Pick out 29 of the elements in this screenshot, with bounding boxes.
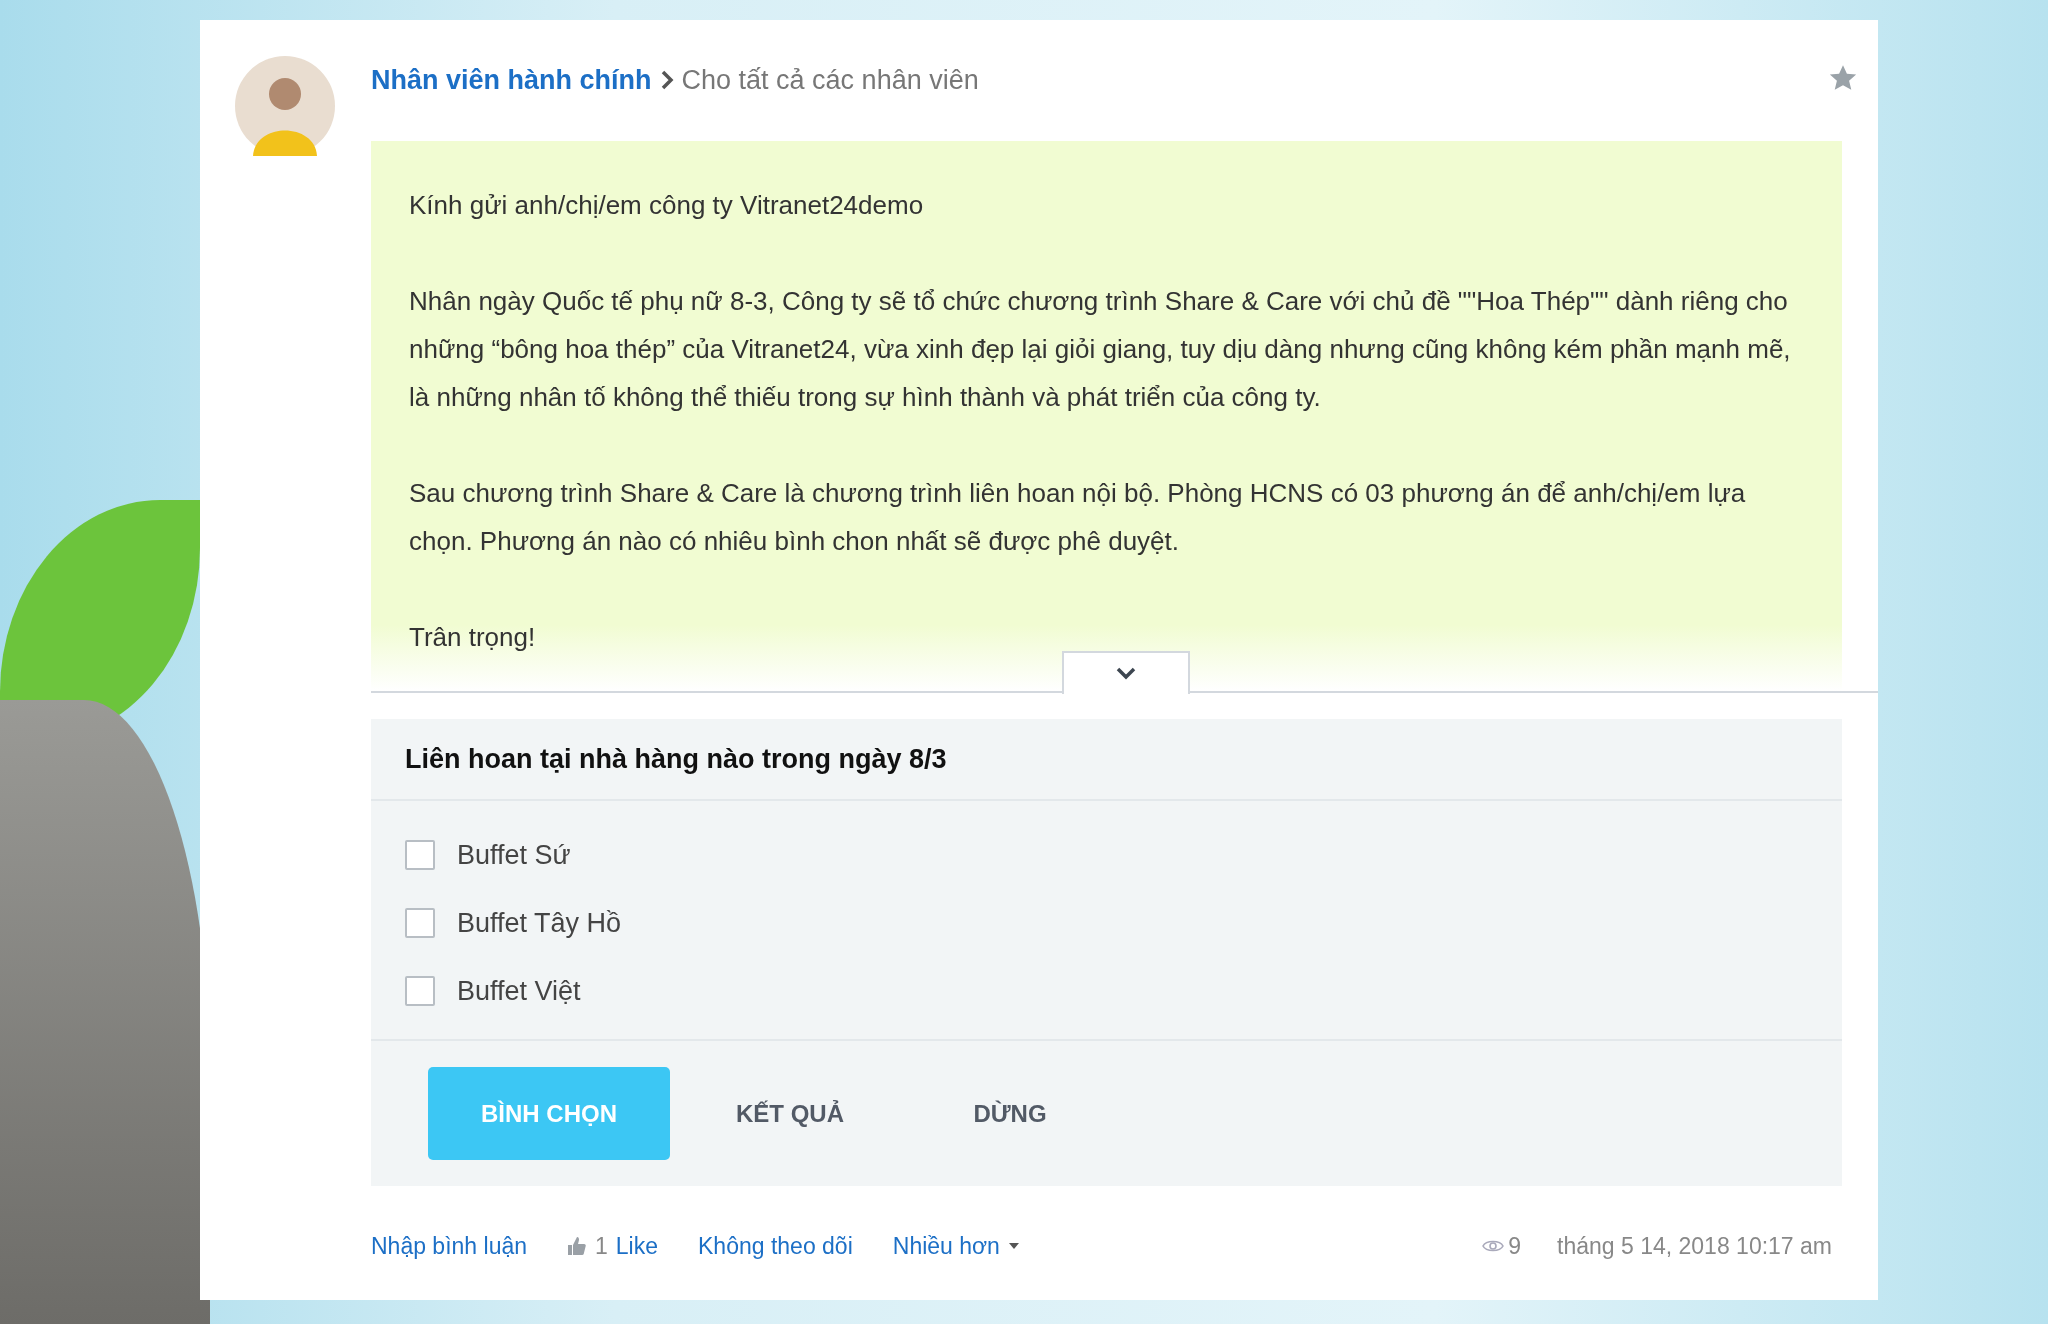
message-paragraph: Kính gửi anh/chị/em công ty Vitranet24demo xyxy=(409,188,925,222)
star-icon[interactable] xyxy=(1828,64,1858,92)
thumbs-up-icon xyxy=(567,1236,587,1256)
eye-icon xyxy=(1482,1238,1505,1254)
view-count: 9 xyxy=(1508,1231,1522,1261)
unfollow-link[interactable]: Không theo dõi xyxy=(698,1228,853,1264)
author-link[interactable]: Nhân viên hành chính xyxy=(371,60,652,101)
option-label: Buffet Việt xyxy=(457,974,581,1008)
message-paragraph: Nhân ngày Quốc tế phụ nữ 8-3, Công ty sẽ tổ chức chương trình Share & Care với chủ đề ""Hoa Thép"" dành riêng cho những “bông hoa thép” của Vitranet24, vừa xinh đẹp lại giỏi giang, tuy dịu dàng nhưng cũng không kém phần mạnh mẽ, là những nhân tố không thể thiếu trong sự hình thành và phát triển của công ty. xyxy=(409,284,1792,414)
like-link[interactable]: Like xyxy=(615,1228,658,1264)
timestamp: tháng 5 14, 2018 10:17 am xyxy=(1557,1231,1832,1261)
poll-action-button[interactable]: KẾT QUẢ xyxy=(690,1067,890,1160)
poll-question: Liên hoan tại nhà hàng nào trong ngày 8/3 xyxy=(371,718,1842,801)
message-paragraph: Trân trọng! xyxy=(409,620,537,654)
poll-action-button[interactable]: DỪNG xyxy=(910,1067,1110,1160)
chevron-down-icon xyxy=(1115,666,1137,680)
more-dropdown[interactable]: Nhiều hơn xyxy=(892,1228,1020,1264)
message-paragraph: Sau chương trình Share & Care là chương trình liên hoan nội bộ. Phòng HCNS có 03 phương án để anh/chị/em lựa chọn. Phương án nào có nhiêu bình chon nhất sẽ được phê duyệt. xyxy=(409,476,1747,558)
option-label: Buffet Tây Hồ xyxy=(457,906,622,940)
option-label: Buffet Sứ xyxy=(457,838,571,872)
checkbox[interactable] xyxy=(405,840,435,870)
checkbox[interactable] xyxy=(405,908,435,938)
audience-label: Cho tất cả các nhân viên xyxy=(681,64,979,97)
like-count: 1 xyxy=(595,1231,608,1261)
caret-icon xyxy=(1007,1242,1020,1250)
comment-link[interactable]: Nhập bình luận xyxy=(371,1228,527,1264)
checkbox[interactable] xyxy=(405,976,435,1006)
chevron-right-icon xyxy=(659,69,674,92)
expand-toggle[interactable] xyxy=(1062,650,1190,694)
